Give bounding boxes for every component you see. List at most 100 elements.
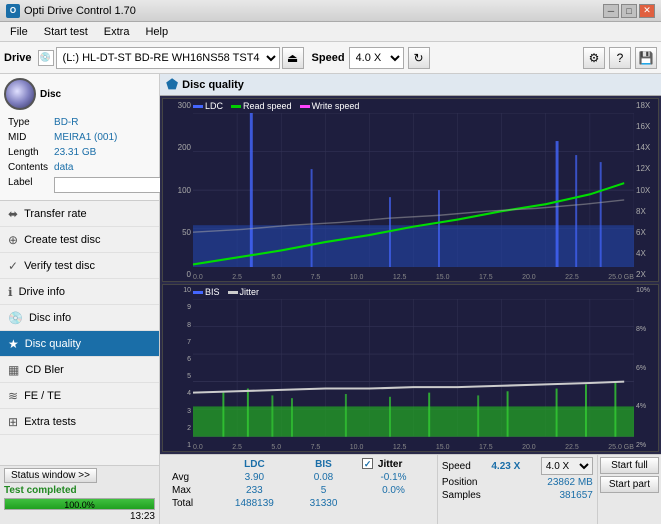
legend-write-speed-label: Write speed [312, 101, 360, 111]
disc-info-icon: 💿 [8, 311, 23, 325]
nav-fe-te[interactable]: ≋ FE / TE [0, 383, 159, 409]
speed-stat-value: 4.23 X [491, 461, 520, 472]
menu-start-test[interactable]: Start test [36, 25, 96, 39]
chart1-y-right: 18X 16X 14X 12X 10X 8X 6X 4X 2X [634, 99, 658, 281]
col-bis: BIS [293, 457, 354, 471]
charts-area: LDC Read speed Write speed 300 200 100 [160, 96, 661, 454]
disc-type-label: Type [6, 116, 50, 129]
legend-ldc-label: LDC [205, 101, 223, 111]
minimize-button[interactable]: ─ [603, 4, 619, 18]
status-window-btn[interactable]: Status window >> [4, 468, 97, 483]
refresh-button[interactable]: ↻ [408, 47, 430, 69]
disc-contents-label: Contents [6, 161, 50, 174]
nav-extra-tests[interactable]: ⊞ Extra tests [0, 409, 159, 435]
content-title: Disc quality [182, 79, 244, 91]
save-button[interactable]: 💾 [635, 47, 657, 69]
chart1-y-left: 300 200 100 50 0 [163, 99, 193, 281]
menu-file[interactable]: File [2, 25, 36, 39]
nav-disc-info[interactable]: 💿 Disc info [0, 305, 159, 331]
disc-label-label: Label [6, 176, 50, 194]
settings-button[interactable]: ⚙ [583, 47, 605, 69]
nav-transfer-rate-label: Transfer rate [24, 208, 87, 220]
bis-color [193, 291, 203, 294]
ldc-color [193, 105, 203, 108]
titlebar: O Opti Drive Control 1.70 ─ □ ✕ [0, 0, 661, 22]
content-area: ⬟ Disc quality LDC Read speed [160, 74, 661, 524]
max-ldc: 233 [216, 484, 293, 497]
jitter-color [228, 291, 238, 294]
chart-bis: BIS Jitter 10 9 8 7 6 5 4 3 [162, 284, 659, 452]
start-full-btn[interactable]: Start full [600, 457, 659, 474]
menu-help[interactable]: Help [137, 25, 176, 39]
avg-bis: 0.08 [293, 471, 354, 484]
maximize-button[interactable]: □ [621, 4, 637, 18]
status-time: 13:23 [130, 511, 155, 522]
nav-cd-bler[interactable]: ▦ CD Bler [0, 357, 159, 383]
chart2-xaxis: 0.02.55.07.510.0 12.515.017.520.022.525.… [193, 444, 634, 451]
nav-items: ⬌ Transfer rate ⊕ Create test disc ✓ Ver… [0, 201, 159, 465]
progress-bar: 100.0% [4, 498, 155, 510]
drive-select[interactable]: (L:) HL-DT-ST BD-RE WH16NS58 TST4 [56, 47, 280, 69]
legend-write-speed: Write speed [300, 101, 360, 111]
col-jitter-checkbox[interactable]: ✓ Jitter [354, 457, 433, 471]
nav-create-test-disc[interactable]: ⊕ Create test disc [0, 227, 159, 253]
extra-tests-icon: ⊞ [8, 415, 18, 429]
legend-read-speed: Read speed [231, 101, 292, 111]
progress-label: 100.0% [64, 499, 95, 511]
action-buttons: Start full Start part [597, 455, 661, 524]
disc-icon [4, 78, 36, 110]
stats-table-area: LDC BIS ✓ Jitter Avg 3.90 0.08 [160, 455, 437, 524]
nav-verify-test-disc[interactable]: ✓ Verify test disc [0, 253, 159, 279]
speed-select[interactable]: 4.0 X 1.0 X 2.0 X 6.0 X 8.0 X [349, 47, 404, 69]
speed-label: Speed [312, 52, 345, 64]
right-stats: Speed 4.23 X 4.0 X Position 23862 MB Sam… [437, 455, 597, 524]
stats-row: LDC BIS ✓ Jitter Avg 3.90 0.08 [160, 454, 661, 524]
stats-avg-row: Avg 3.90 0.08 -0.1% [164, 471, 433, 484]
nav-extra-tests-label: Extra tests [24, 416, 76, 428]
menu-extra[interactable]: Extra [96, 25, 138, 39]
total-label: Total [164, 497, 216, 510]
avg-ldc: 3.90 [216, 471, 293, 484]
max-jitter: 0.0% [354, 484, 433, 497]
drive-icon: 💿 [38, 50, 54, 66]
max-bis: 5 [293, 484, 354, 497]
eject-button[interactable]: ⏏ [282, 47, 304, 69]
legend-jitter: Jitter [228, 287, 260, 297]
disc-panel: Disc Type BD-R MID MEIRA1 (001) Length 2… [0, 74, 159, 201]
chart2-svg [193, 299, 634, 437]
speed-stat-row: Speed 4.23 X 4.0 X [442, 457, 593, 475]
chart1-svg [193, 113, 634, 267]
total-jitter [354, 497, 433, 510]
chart-ldc: LDC Read speed Write speed 300 200 100 [162, 98, 659, 282]
start-part-btn[interactable]: Start part [600, 476, 659, 493]
max-label: Max [164, 484, 216, 497]
nav-transfer-rate[interactable]: ⬌ Transfer rate [0, 201, 159, 227]
menubar: File Start test Extra Help [0, 22, 661, 42]
stats-table: LDC BIS ✓ Jitter Avg 3.90 0.08 [164, 457, 433, 510]
info-button[interactable]: ? [609, 47, 631, 69]
col-ldc: LDC [216, 457, 293, 471]
speed-stat-select[interactable]: 4.0 X [541, 457, 593, 475]
disc-length-label: Length [6, 146, 50, 159]
chart2-y-left: 10 9 8 7 6 5 4 3 2 1 [163, 285, 193, 451]
chart1-xaxis: 0.02.55.07.510.0 12.515.017.520.022.525.… [193, 274, 634, 281]
jitter-checkbox[interactable]: ✓ [362, 458, 373, 469]
avg-label: Avg [164, 471, 216, 484]
chart2-legend: BIS Jitter [193, 287, 259, 297]
read-speed-color [231, 105, 241, 108]
legend-bis-label: BIS [205, 287, 220, 297]
content-header-icon: ⬟ [166, 76, 178, 93]
total-bis: 31330 [293, 497, 354, 510]
nav-verify-test-disc-label: Verify test disc [24, 260, 95, 272]
chart1-legend: LDC Read speed Write speed [193, 101, 359, 111]
close-button[interactable]: ✕ [639, 4, 655, 18]
chart2-y-right: 10% 8% 6% 4% 2% [634, 285, 658, 451]
nav-disc-quality[interactable]: ★ Disc quality [0, 331, 159, 357]
nav-drive-info[interactable]: ℹ Drive info [0, 279, 159, 305]
speed-stat-label: Speed [442, 461, 471, 472]
disc-mid-label: MID [6, 131, 50, 144]
avg-jitter: -0.1% [354, 471, 433, 484]
nav-cd-bler-label: CD Bler [25, 364, 64, 376]
disc-quality-icon: ★ [8, 337, 19, 351]
samples-stat-row: Samples 381657 [442, 490, 593, 501]
